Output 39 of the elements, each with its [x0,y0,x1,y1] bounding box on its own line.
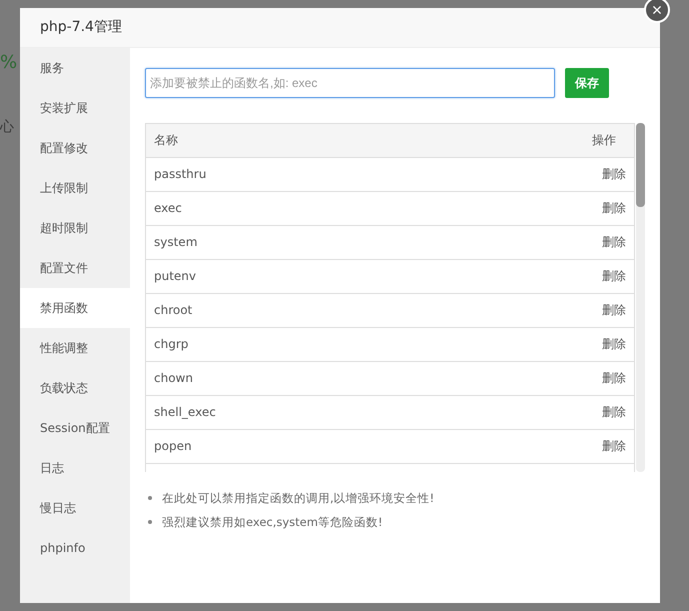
table-cell-text: chown [154,370,193,387]
column-header: 名称 [154,132,178,149]
sidebar-item[interactable]: 禁用函数 [20,288,130,328]
delete-link[interactable]: 删除 [602,294,626,327]
table-cell-text: chgrp [154,336,188,353]
delete-link[interactable]: 删除 [602,430,626,463]
table-cell-text: exec [154,200,182,217]
function-name-input[interactable]: 添加要被禁止的函数名,如: exec [145,68,555,98]
column-header: 操作 [592,132,617,149]
sidebar-item[interactable]: 慢日志 [20,488,130,528]
sidebar-item[interactable]: Session配置 [20,408,130,448]
delete-link[interactable]: 删除 [602,396,626,429]
percent-text: % [0,52,18,73]
sidebar-item[interactable]: 负载状态 [20,368,130,408]
note-text: 强烈建议禁用如exec,system等危险函数! [162,514,383,530]
table-cell-text: putenv [154,268,196,285]
sidebar-item[interactable]: 服务 [20,48,130,88]
delete-link[interactable]: 删除 [602,192,626,225]
sidebar-item[interactable]: 配置修改 [20,128,130,168]
delete-link[interactable]: 删除 [602,158,626,191]
table-cell-text: chroot [154,302,192,319]
sidebar-item[interactable]: 上传限制 [20,168,130,208]
note-text: 在此处可以禁用指定函数的调用,以增强环境安全性! [162,490,434,506]
sidebar-item[interactable]: 安装扩展 [20,88,130,128]
sidebar-item[interactable]: phpinfo [20,528,130,568]
sidebar-item[interactable]: 性能调整 [20,328,130,368]
table-cell-text: system [154,234,198,251]
sidebar-item[interactable]: 超时限制 [20,208,130,248]
scrollbar[interactable] [636,123,645,472]
core-label: 心 [0,118,14,136]
delete-link[interactable]: 删除 [602,260,626,293]
table-cell-text: shell_exec [154,404,216,421]
sidebar-item[interactable]: 日志 [20,448,130,488]
table-cell-text: passthru [154,166,206,183]
table-cell-text: popen [154,438,192,455]
sidebar-item[interactable]: 配置文件 [20,248,130,288]
delete-link[interactable]: 删除 [602,226,626,259]
delete-link[interactable]: 删除 [602,328,626,361]
delete-link[interactable]: 删除 [602,362,626,395]
